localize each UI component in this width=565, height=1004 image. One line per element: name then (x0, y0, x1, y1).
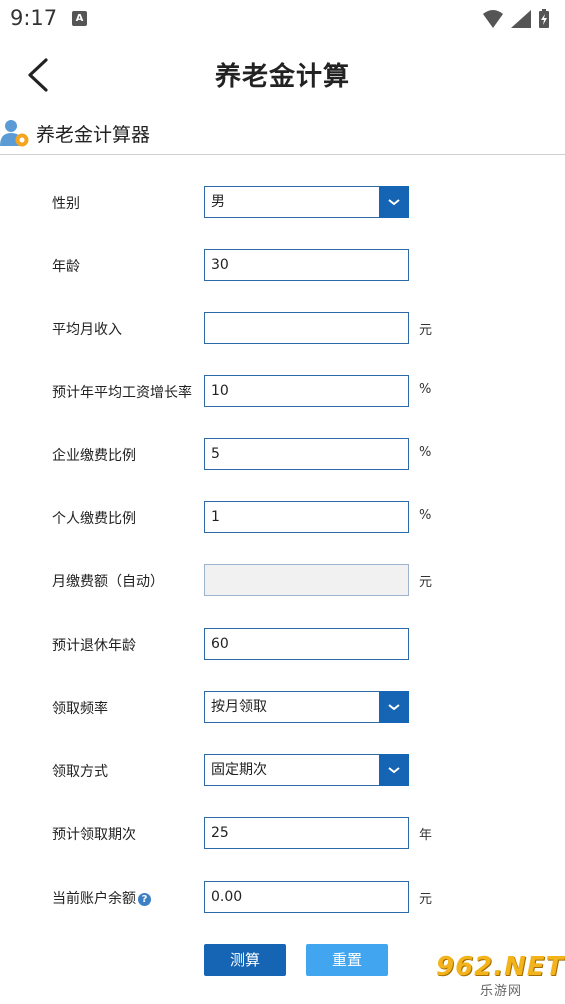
chevron-down-icon[interactable] (379, 754, 409, 786)
watermark-sub: 乐游网 (480, 984, 523, 999)
periods-label: 预计领取期次 (52, 827, 136, 843)
company-rate-unit: % (419, 445, 432, 460)
battery-icon (539, 9, 549, 28)
app-bar: 养老金计算 (0, 38, 565, 112)
company-rate-row: 企业缴费比例 % (0, 438, 565, 470)
periods-unit: 年 (419, 828, 433, 843)
balance-label-text: 当前账户余额 (52, 891, 136, 907)
periods-row: 预计领取期次 年 (0, 817, 565, 849)
help-icon[interactable]: ? (138, 892, 151, 906)
gender-row: 性别 男 (0, 186, 565, 218)
gender-value: 男 (211, 194, 225, 210)
notification-icon: A (72, 11, 87, 26)
method-value: 固定期次 (211, 762, 267, 778)
frequency-select[interactable]: 按月领取 (204, 691, 409, 723)
company-rate-input[interactable] (204, 438, 409, 470)
monthly-income-unit: 元 (419, 323, 433, 338)
frequency-label: 领取频率 (52, 701, 108, 717)
calculate-button[interactable]: 测算 (204, 944, 286, 976)
chevron-down-icon[interactable] (379, 186, 409, 218)
monthly-income-input[interactable] (204, 312, 409, 344)
monthly-payment-label: 月缴费额（自动） (52, 574, 164, 590)
retire-age-input[interactable] (204, 628, 409, 660)
periods-input[interactable] (204, 817, 409, 849)
chevron-down-icon[interactable] (379, 691, 409, 723)
personal-rate-row: 个人缴费比例 % (0, 501, 565, 533)
balance-unit: 元 (419, 892, 433, 907)
reset-button[interactable]: 重置 (306, 944, 388, 976)
section-title: 养老金计算器 (36, 124, 151, 146)
balance-row: 当前账户余额? 元 (0, 881, 565, 913)
section-header: 养老金计算器 (0, 112, 565, 155)
wifi-icon (483, 10, 503, 28)
method-row: 领取方式 固定期次 (0, 754, 565, 786)
personal-rate-input[interactable] (204, 501, 409, 533)
balance-input[interactable] (204, 881, 409, 913)
monthly-payment-row: 月缴费额（自动） 元 (0, 564, 565, 596)
status-icons (483, 9, 549, 28)
status-bar: 9:17 A (0, 0, 565, 38)
wage-growth-unit: % (419, 382, 432, 397)
gender-label: 性别 (52, 196, 80, 212)
monthly-income-row: 平均月收入 元 (0, 312, 565, 344)
watermark-main: 962.NET (436, 952, 565, 982)
user-settings-icon (0, 120, 29, 147)
status-time: 9:17 (10, 6, 58, 30)
monthly-payment-unit: 元 (419, 575, 433, 590)
method-label: 领取方式 (52, 764, 108, 780)
monthly-payment-input (204, 564, 409, 596)
personal-rate-unit: % (419, 508, 432, 523)
monthly-income-label: 平均月收入 (52, 322, 122, 338)
age-input[interactable] (204, 249, 409, 281)
gender-select[interactable]: 男 (204, 186, 409, 218)
wage-growth-row: 预计年平均工资增长率 % (0, 375, 565, 407)
company-rate-label: 企业缴费比例 (52, 448, 136, 464)
retire-age-row: 预计退休年龄 (0, 628, 565, 660)
signal-icon (511, 10, 531, 28)
balance-label: 当前账户余额? (52, 888, 151, 908)
page-title: 养老金计算 (214, 62, 350, 92)
personal-rate-label: 个人缴费比例 (52, 511, 136, 527)
wage-growth-input[interactable] (204, 375, 409, 407)
frequency-value: 按月领取 (211, 699, 267, 715)
retire-age-label: 预计退休年龄 (52, 638, 136, 654)
frequency-row: 领取频率 按月领取 (0, 691, 565, 723)
age-row: 年龄 (0, 249, 565, 281)
watermark-logo: 962.NET 乐游网 (426, 950, 563, 1000)
wage-growth-label: 预计年平均工资增长率 (52, 385, 192, 401)
age-label: 年龄 (52, 259, 80, 275)
method-select[interactable]: 固定期次 (204, 754, 409, 786)
